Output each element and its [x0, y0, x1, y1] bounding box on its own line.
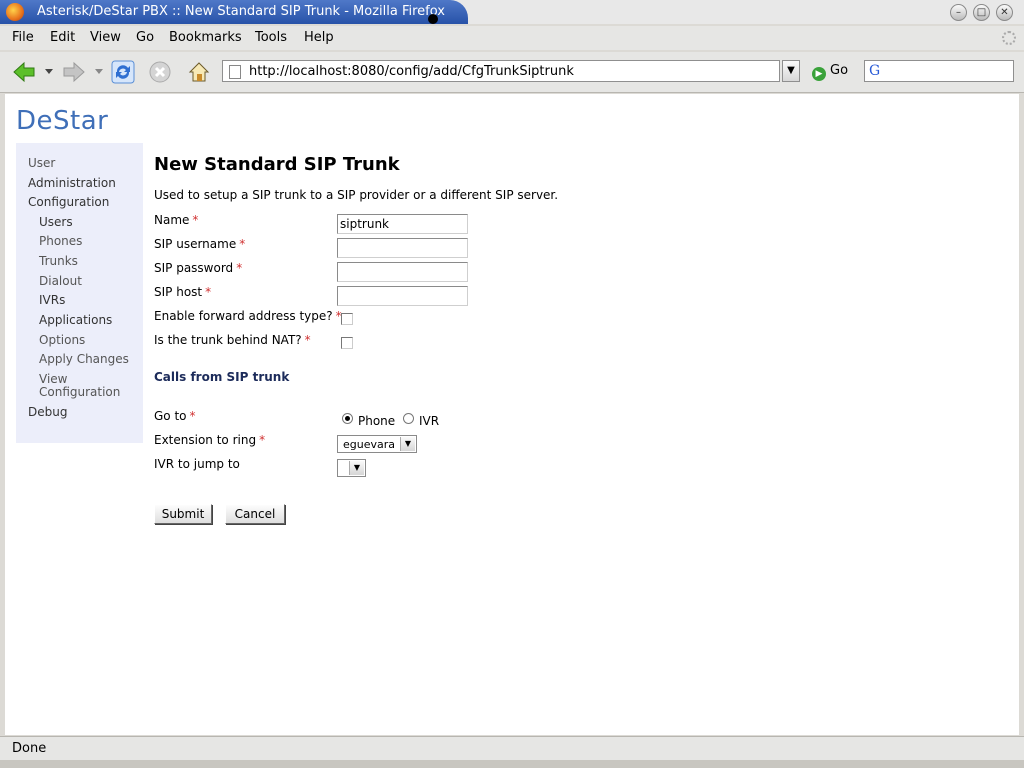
- goto-ivr-radio[interactable]: [403, 413, 414, 424]
- sip-username-label: SIP username *: [154, 237, 245, 251]
- google-search-icon[interactable]: G: [869, 63, 880, 79]
- search-bar[interactable]: G: [864, 60, 1014, 82]
- sip-password-label: SIP password *: [154, 261, 242, 275]
- close-icon[interactable]: ✕: [996, 4, 1013, 21]
- ivr-select[interactable]: ▼: [337, 459, 366, 477]
- sip-host-field[interactable]: [337, 286, 468, 306]
- page-title: New Standard SIP Trunk: [154, 154, 400, 175]
- forward-address-label: Enable forward address type? *: [154, 309, 342, 323]
- goto-phone-radio[interactable]: [342, 413, 353, 424]
- sip-username-label-text: SIP username: [154, 237, 237, 251]
- name-field[interactable]: [337, 214, 468, 234]
- sidebar-item-user[interactable]: User: [28, 157, 55, 170]
- goto-ivr-label: IVR: [419, 414, 440, 428]
- extension-label-text: Extension to ring: [154, 433, 257, 447]
- required-mark: *: [236, 261, 243, 275]
- goto-label: Go to *: [154, 409, 196, 423]
- required-mark: *: [205, 285, 212, 299]
- menu-view[interactable]: View: [90, 30, 121, 45]
- url-history-dropdown[interactable]: ▼: [782, 60, 800, 82]
- forward-address-checkbox[interactable]: [341, 313, 353, 325]
- menu-go[interactable]: Go: [136, 30, 154, 45]
- forward-dropdown-icon[interactable]: [95, 69, 103, 75]
- menu-edit[interactable]: Edit: [50, 30, 75, 45]
- sidebar-item-users[interactable]: Users: [39, 216, 73, 229]
- window-bottom-edge: [0, 760, 1024, 768]
- reload-icon[interactable]: [111, 60, 135, 84]
- page-content: DeStar User Administration Configuration…: [5, 94, 1019, 735]
- extension-label: Extension to ring *: [154, 433, 265, 447]
- goto-label-text: Go to: [154, 409, 187, 423]
- menu-help[interactable]: Help: [304, 30, 334, 45]
- go-label: Go: [830, 63, 849, 78]
- ivr-label: IVR to jump to: [154, 457, 240, 471]
- cancel-button[interactable]: Cancel: [225, 504, 285, 524]
- go-button[interactable]: ▶ Go: [812, 63, 848, 81]
- maximize-icon[interactable]: □: [973, 4, 990, 21]
- chevron-down-icon[interactable]: ▼: [349, 461, 364, 475]
- forward-arrow-icon[interactable]: [62, 60, 86, 84]
- url-text[interactable]: http://localhost:8080/config/add/CfgTrun…: [249, 64, 574, 79]
- name-label-text: Name: [154, 213, 190, 227]
- required-mark: *: [259, 433, 266, 447]
- go-arrow-icon: ▶: [812, 67, 826, 81]
- sip-password-field[interactable]: [337, 262, 468, 282]
- sip-host-label-text: SIP host: [154, 285, 203, 299]
- extension-select-value: eguevara: [343, 438, 396, 451]
- url-bar[interactable]: http://localhost:8080/config/add/CfgTrun…: [222, 60, 780, 82]
- submit-button[interactable]: Submit: [154, 504, 212, 524]
- mouse-cursor: [428, 14, 438, 24]
- sip-password-label-text: SIP password: [154, 261, 234, 275]
- nat-label: Is the trunk behind NAT? *: [154, 333, 311, 347]
- status-text: Done: [12, 741, 47, 756]
- throbber-icon: [1002, 31, 1016, 45]
- required-mark: *: [239, 237, 246, 251]
- sidebar-item-configuration[interactable]: Configuration: [28, 196, 109, 209]
- status-bar: Done: [0, 736, 1024, 761]
- window-titlebar: Asterisk/DeStar PBX :: New Standard SIP …: [0, 0, 1024, 24]
- required-mark: *: [192, 213, 199, 227]
- sidebar-item-view-configuration-line2[interactable]: Configuration: [39, 386, 120, 399]
- firefox-icon: [6, 3, 24, 21]
- back-arrow-icon[interactable]: [12, 60, 36, 84]
- sidebar-item-apply-changes[interactable]: Apply Changes: [39, 353, 129, 366]
- required-mark: *: [304, 333, 311, 347]
- stop-icon[interactable]: [148, 60, 172, 84]
- minimize-icon[interactable]: –: [950, 4, 967, 21]
- page-icon: [229, 65, 241, 79]
- sidebar-item-phones[interactable]: Phones: [39, 235, 82, 248]
- sidebar: User Administration Configuration Users …: [16, 143, 143, 443]
- sidebar-item-ivrs[interactable]: IVRs: [39, 294, 65, 307]
- sip-host-label: SIP host *: [154, 285, 211, 299]
- name-label: Name *: [154, 213, 198, 227]
- menu-bookmarks[interactable]: Bookmarks: [169, 30, 242, 45]
- sidebar-item-debug[interactable]: Debug: [28, 406, 67, 419]
- page-description: Used to setup a SIP trunk to a SIP provi…: [154, 188, 559, 202]
- sidebar-item-options[interactable]: Options: [39, 334, 85, 347]
- destar-logo[interactable]: DeStar: [16, 106, 108, 136]
- extension-select[interactable]: eguevara ▼: [337, 435, 417, 453]
- required-mark: *: [189, 409, 196, 423]
- window-title: Asterisk/DeStar PBX :: New Standard SIP …: [37, 4, 445, 19]
- sidebar-item-dialout[interactable]: Dialout: [39, 275, 82, 288]
- sidebar-item-applications[interactable]: Applications: [39, 314, 112, 327]
- chevron-down-icon[interactable]: ▼: [400, 437, 415, 451]
- sip-username-field[interactable]: [337, 238, 468, 258]
- home-icon[interactable]: [187, 60, 211, 84]
- sidebar-item-administration[interactable]: Administration: [28, 177, 116, 190]
- calls-section-heading: Calls from SIP trunk: [154, 370, 290, 384]
- menu-bar: File Edit View Go Bookmarks Tools Help: [0, 26, 1024, 50]
- menu-tools[interactable]: Tools: [255, 30, 287, 45]
- goto-phone-label: Phone: [358, 414, 396, 428]
- menu-file[interactable]: File: [12, 30, 34, 45]
- forward-address-label-text: Enable forward address type?: [154, 309, 333, 323]
- back-dropdown-icon[interactable]: [45, 69, 53, 75]
- nat-label-text: Is the trunk behind NAT?: [154, 333, 302, 347]
- nat-checkbox[interactable]: [341, 337, 353, 349]
- sidebar-item-trunks[interactable]: Trunks: [39, 255, 78, 268]
